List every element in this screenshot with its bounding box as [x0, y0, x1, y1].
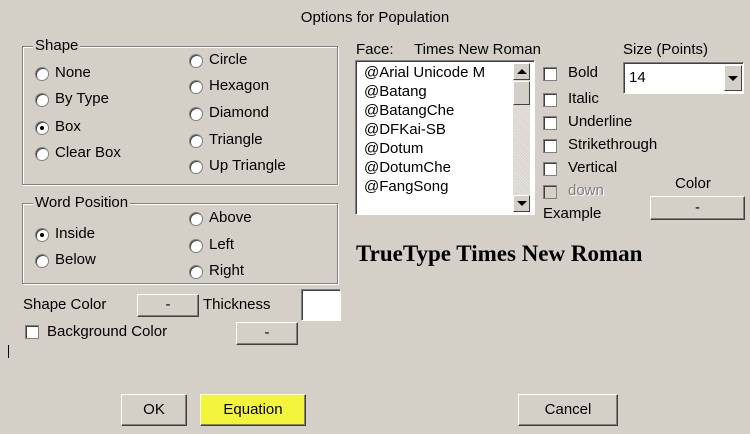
radio-icon	[35, 147, 49, 161]
radio-icon	[35, 67, 49, 81]
font-list-item[interactable]: @BatangChe	[364, 101, 454, 120]
equation-button[interactable]: Equation	[200, 394, 306, 426]
underline-label: Underline	[568, 113, 633, 130]
shape-color-label: Shape Color	[23, 296, 107, 313]
scroll-down-button[interactable]	[513, 195, 530, 212]
font-list-item[interactable]: @FangSong	[364, 177, 448, 196]
thickness-label: Thickness	[203, 296, 271, 313]
color-label: Color	[675, 175, 711, 192]
face-label: Face:	[356, 41, 394, 58]
italic-label: Italic	[568, 90, 599, 107]
radio-icon	[189, 54, 203, 68]
vertical-checkbox[interactable]	[543, 162, 557, 176]
radio-icon	[189, 239, 203, 253]
font-list-item[interactable]: @DotumChe	[364, 158, 451, 177]
cursor-mark	[8, 345, 9, 358]
thickness-input[interactable]	[301, 289, 341, 321]
cancel-button[interactable]: Cancel	[518, 394, 618, 426]
font-list-scrollbar[interactable]	[513, 63, 530, 212]
radio-icon	[189, 80, 203, 94]
strikethrough-checkbox[interactable]	[543, 139, 557, 153]
face-value: Times New Roman	[414, 41, 541, 58]
radio-icon	[189, 134, 203, 148]
color-button[interactable]: -	[650, 196, 745, 220]
dialog: Options for Population Shape None By Typ…	[0, 0, 750, 434]
example-text: TrueType Times New Roman	[356, 241, 643, 266]
example-label: Example	[543, 205, 602, 222]
radio-icon	[189, 160, 203, 174]
arrow-down-icon	[517, 201, 527, 206]
radio-icon	[189, 265, 203, 279]
vertical-label: Vertical	[568, 159, 618, 176]
bold-checkbox[interactable]	[543, 67, 557, 81]
strikethrough-label: Strikethrough	[568, 136, 658, 153]
shape-legend: Shape	[33, 37, 81, 54]
radio-selected-icon	[35, 121, 49, 135]
font-list-item[interactable]: @Dotum	[364, 139, 423, 158]
down-label: down	[568, 182, 604, 199]
bold-label: Bold	[568, 64, 599, 81]
arrow-up-icon	[517, 69, 527, 74]
size-combo[interactable]: 14	[623, 62, 744, 94]
radio-selected-icon	[35, 228, 49, 242]
radio-icon	[35, 254, 49, 268]
font-list-item[interactable]: @Batang	[364, 82, 427, 101]
italic-checkbox[interactable]	[543, 93, 557, 107]
size-dropdown-button[interactable]	[724, 65, 742, 91]
size-label: Size (Points)	[623, 41, 709, 58]
background-color-label: Background Color	[47, 323, 168, 340]
word-position-group	[22, 203, 338, 284]
scroll-thumb[interactable]	[513, 81, 530, 105]
dialog-title: Options for Population	[300, 9, 450, 26]
radio-icon	[189, 212, 203, 226]
font-list[interactable]: @Arial Unicode M @Batang @BatangChe @DFK…	[355, 60, 535, 215]
down-checkbox	[543, 185, 557, 199]
radio-icon	[35, 93, 49, 107]
size-value: 14	[629, 69, 646, 86]
font-list-item[interactable]: @Arial Unicode M	[364, 63, 510, 82]
background-color-checkbox[interactable]	[25, 325, 39, 339]
ok-button[interactable]: OK	[121, 394, 187, 426]
font-list-item[interactable]: @DFKai-SB	[364, 120, 446, 139]
scroll-up-button[interactable]	[513, 63, 530, 80]
background-color-button[interactable]: -	[236, 322, 298, 345]
word-position-legend: Word Position	[33, 194, 131, 211]
shape-color-button[interactable]: -	[137, 294, 199, 317]
chevron-down-icon	[728, 76, 738, 81]
radio-icon	[189, 107, 203, 121]
underline-checkbox[interactable]	[543, 116, 557, 130]
